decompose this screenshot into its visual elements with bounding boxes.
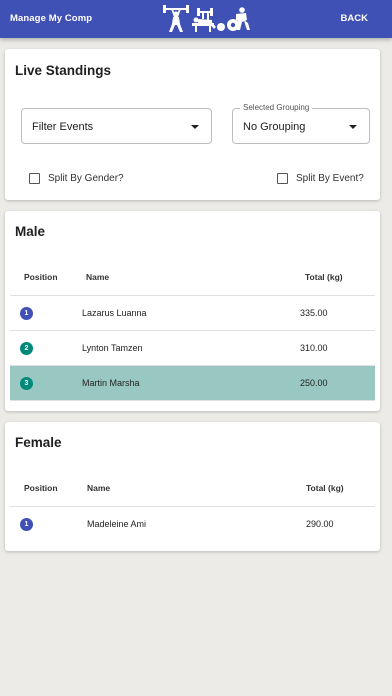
grouping-value: No Grouping	[243, 121, 306, 133]
split-event-checkbox[interactable]: Split By Event?	[277, 173, 364, 184]
col-total: Total (kg)	[305, 272, 343, 282]
chevron-down-icon	[191, 125, 199, 129]
group-card-female: Female Position Name Total (kg) 1 Madele…	[5, 422, 380, 551]
table-row[interactable]: 2 Lynton Tamzen 310.00	[10, 331, 375, 366]
page-title: Live Standings	[15, 63, 112, 78]
col-position: Position	[24, 483, 58, 493]
chevron-down-icon	[349, 125, 357, 129]
rank-badge: 3	[20, 377, 33, 390]
results-table: Position Name Total (kg) 1 Lazarus Luann…	[10, 261, 375, 406]
col-name: Name	[87, 483, 111, 493]
athlete-total: 335.00	[300, 308, 328, 318]
athlete-total: 310.00	[300, 343, 328, 353]
filter-events-value: Filter Events	[32, 121, 94, 133]
athlete-total: 290.00	[306, 519, 334, 529]
app-bar: Manage My Comp BACK	[0, 0, 392, 38]
back-button[interactable]: BACK	[341, 13, 368, 24]
table-row-highlighted[interactable]: 3 Martin Marsha 250.00	[10, 366, 375, 401]
standings-card: Live Standings Filter Events Selected Gr…	[5, 49, 380, 200]
group-title: Female	[15, 435, 62, 450]
athlete-total: 250.00	[300, 378, 328, 388]
split-gender-checkbox[interactable]: Split By Gender?	[29, 173, 124, 184]
group-card-male: Male Position Name Total (kg) 1 Lazarus …	[5, 211, 380, 411]
col-total: Total (kg)	[306, 483, 344, 493]
split-event-label: Split By Event?	[296, 173, 364, 184]
weightlifting-figures-icon	[163, 5, 250, 32]
app-title: Manage My Comp	[10, 13, 93, 24]
filter-events-select[interactable]: Filter Events	[21, 108, 212, 144]
grouping-select[interactable]: Selected Grouping No Grouping	[232, 103, 370, 144]
athlete-name: Martin Marsha	[82, 378, 140, 388]
table-row[interactable]: 1 Lazarus Luanna 335.00	[10, 296, 375, 331]
checkbox-icon[interactable]	[277, 173, 288, 184]
split-gender-label: Split By Gender?	[48, 173, 124, 184]
group-title: Male	[15, 224, 46, 239]
checkbox-icon[interactable]	[29, 173, 40, 184]
athlete-name: Lazarus Luanna	[82, 308, 147, 318]
grouping-label: Selected Grouping	[240, 103, 313, 112]
results-table: Position Name Total (kg) 1 Madeleine Ami…	[10, 472, 375, 547]
rank-badge: 1	[20, 518, 33, 531]
table-row[interactable]: 1 Madeleine Ami 290.00	[10, 507, 375, 542]
rank-badge: 2	[20, 342, 33, 355]
athlete-name: Lynton Tamzen	[82, 343, 143, 353]
athlete-name: Madeleine Ami	[87, 519, 147, 529]
col-position: Position	[24, 272, 58, 282]
col-name: Name	[86, 272, 110, 282]
rank-badge: 1	[20, 307, 33, 320]
